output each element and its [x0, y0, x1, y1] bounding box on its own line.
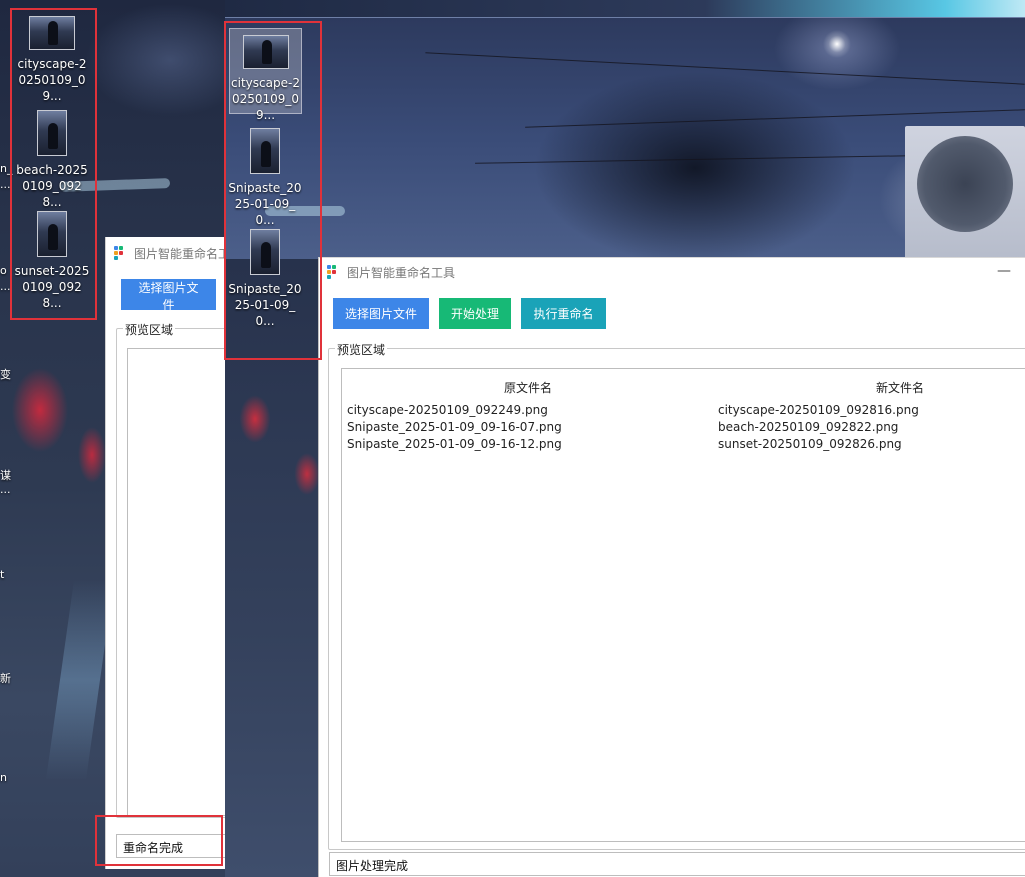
desktop-edge-label: 变: [0, 368, 11, 381]
table-cell-new: beach-20250109_092822.png: [718, 420, 899, 434]
wallpaper-wire: [425, 52, 1025, 85]
wallpaper-wire: [525, 109, 1025, 128]
execute-rename-button[interactable]: 执行重命名: [521, 298, 606, 329]
highlight-box: [10, 8, 97, 320]
highlight-box: [95, 815, 223, 866]
wallpaper-ac-unit: [905, 126, 1025, 260]
app-logo-icon: [327, 265, 341, 279]
minimize-icon[interactable]: —: [997, 264, 1011, 278]
table-cell-original: Snipaste_2025-01-09_09-16-12.png: [347, 437, 562, 451]
table-cell-new: sunset-20250109_092826.png: [718, 437, 902, 451]
app-logo-icon: [114, 246, 128, 260]
table-cell-original: cityscape-20250109_092249.png: [347, 403, 548, 417]
preview-group: 预览区域: [116, 321, 237, 818]
desktop-edge-label: ...: [0, 178, 11, 191]
desktop-edge-label: 新: [0, 672, 11, 685]
preview-group-label: 预览区域: [123, 321, 176, 338]
wallpaper-streak: [45, 580, 115, 780]
select-images-button[interactable]: 选择图片文件: [121, 279, 216, 312]
column-header-new: 新文件名: [876, 381, 925, 395]
column-header-original: 原文件名: [504, 381, 553, 395]
preview-list[interactable]: [127, 348, 237, 816]
app-window-back: 图片智能重命名工具 选择图片文件 预览区域 重命名完成: [105, 237, 237, 869]
desktop-background-right: [225, 17, 1025, 260]
preview-table[interactable]: 原文件名 新文件名 cityscape-20250109_092249.png …: [341, 368, 1025, 842]
status-bar: 图片处理完成: [329, 852, 1025, 876]
window-title: 图片智能重命名工具: [134, 246, 225, 261]
app-window-main: 图片智能重命名工具 — 选择图片文件 开始处理 执行重命名 预览区域 原文件名 …: [318, 257, 1025, 877]
preview-group-label: 预览区域: [335, 341, 388, 358]
select-images-button[interactable]: 选择图片文件: [333, 298, 429, 329]
window-titlebar: 图片智能重命名工具: [106, 237, 225, 269]
desktop-background-strip: [225, 0, 1025, 17]
table-cell-new: cityscape-20250109_092816.png: [718, 403, 919, 417]
table-cell-original: Snipaste_2025-01-09_09-16-07.png: [347, 420, 562, 434]
desktop-edge-label: ...: [0, 280, 11, 293]
highlight-box: [224, 21, 322, 360]
window-title: 图片智能重命名工具: [347, 265, 456, 280]
window-titlebar: 图片智能重命名工具: [319, 258, 1025, 286]
desktop-edge-label: o: [0, 264, 7, 277]
start-processing-button[interactable]: 开始处理: [439, 298, 511, 329]
desktop-edge-label: t: [0, 568, 5, 581]
desktop-edge-label: n: [0, 771, 7, 784]
desktop-edge-label: ...: [0, 483, 11, 496]
preview-group: 预览区域 原文件名 新文件名 cityscape-20250109_092249…: [328, 341, 1025, 850]
desktop-edge-label: 谋: [0, 469, 11, 482]
